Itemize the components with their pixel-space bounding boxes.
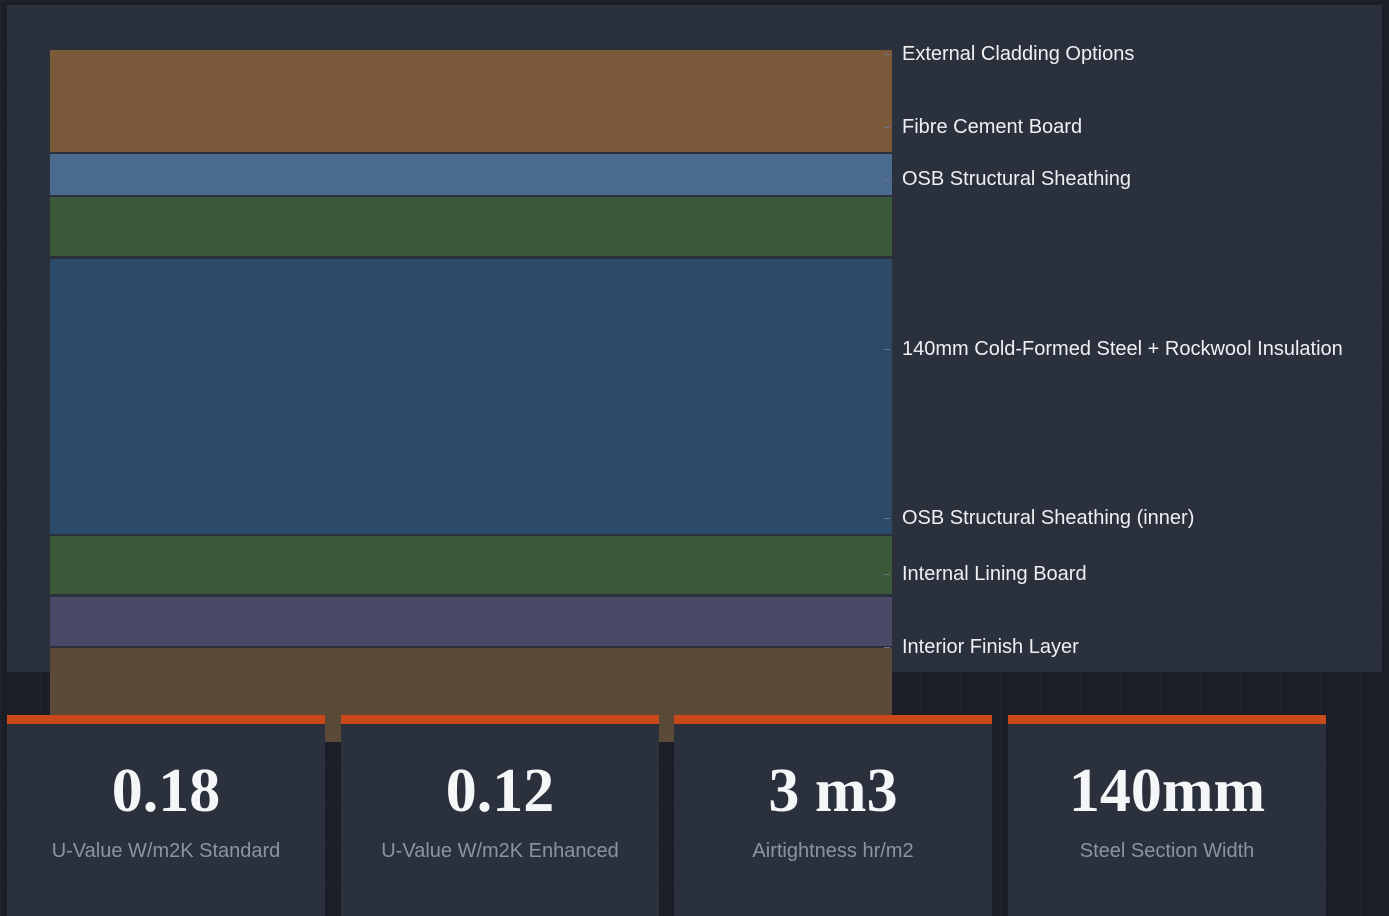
layer-label-text: Internal Lining Board [902, 562, 1087, 585]
stat-value: 140mm [1068, 757, 1266, 825]
layer-label-text: Interior Finish Layer [902, 635, 1079, 658]
stat-card-steel-section-width: 140mm Steel Section Width [1008, 715, 1326, 916]
stat-card-u-value-standard: 0.18 U-Value W/m2K Standard [7, 715, 325, 916]
layer-label: 140mm Cold-Formed Steel + Rockwool Insul… [884, 337, 1343, 360]
stat-value: 0.12 [445, 757, 555, 825]
stat-card-airtightness: 3 m3 Airtightness hr/m2 [674, 715, 992, 916]
layer-label-text: OSB Structural Sheathing (inner) [902, 506, 1195, 529]
layer-osb-sheathing-inner [50, 536, 892, 594]
stat-label: Airtightness hr/m2 [752, 840, 914, 862]
leader-tick [884, 53, 890, 55]
layer-label-text: External Cladding Options [902, 42, 1135, 65]
leader-tick [884, 517, 890, 519]
leader-tick [884, 646, 890, 648]
stat-label: U-Value W/m2K Enhanced [381, 840, 619, 862]
layer-label: Interior Finish Layer [884, 635, 1079, 658]
layer-osb-sheathing [50, 197, 892, 256]
leader-tick [884, 573, 890, 575]
stat-card-u-value-enhanced: 0.12 U-Value W/m2K Enhanced [341, 715, 659, 916]
layer-label-text: Fibre Cement Board [902, 115, 1083, 138]
stat-label: Steel Section Width [1079, 840, 1255, 862]
wall-layer-stack [50, 50, 892, 742]
layer-label-text: OSB Structural Sheathing [902, 167, 1132, 190]
leader-tick [884, 126, 890, 128]
layer-label: Fibre Cement Board [884, 115, 1083, 138]
stat-value: 0.18 [111, 757, 221, 825]
stat-value: 3 m3 [768, 757, 898, 825]
leader-tick [884, 178, 890, 180]
layer-label: Internal Lining Board [884, 562, 1087, 585]
stat-label: U-Value W/m2K Standard [51, 840, 281, 862]
layer-steel-insulation [50, 259, 892, 534]
layer-label: OSB Structural Sheathing (inner) [884, 506, 1195, 529]
layer-label-text: 140mm Cold-Formed Steel + Rockwool Insul… [902, 337, 1343, 360]
layer-internal-lining [50, 597, 892, 646]
layer-label: External Cladding Options [884, 42, 1135, 65]
layer-label: OSB Structural Sheathing [884, 167, 1132, 190]
leader-tick [884, 348, 890, 350]
layer-external-cladding [50, 50, 892, 152]
layer-fibre-cement-board [50, 154, 892, 195]
